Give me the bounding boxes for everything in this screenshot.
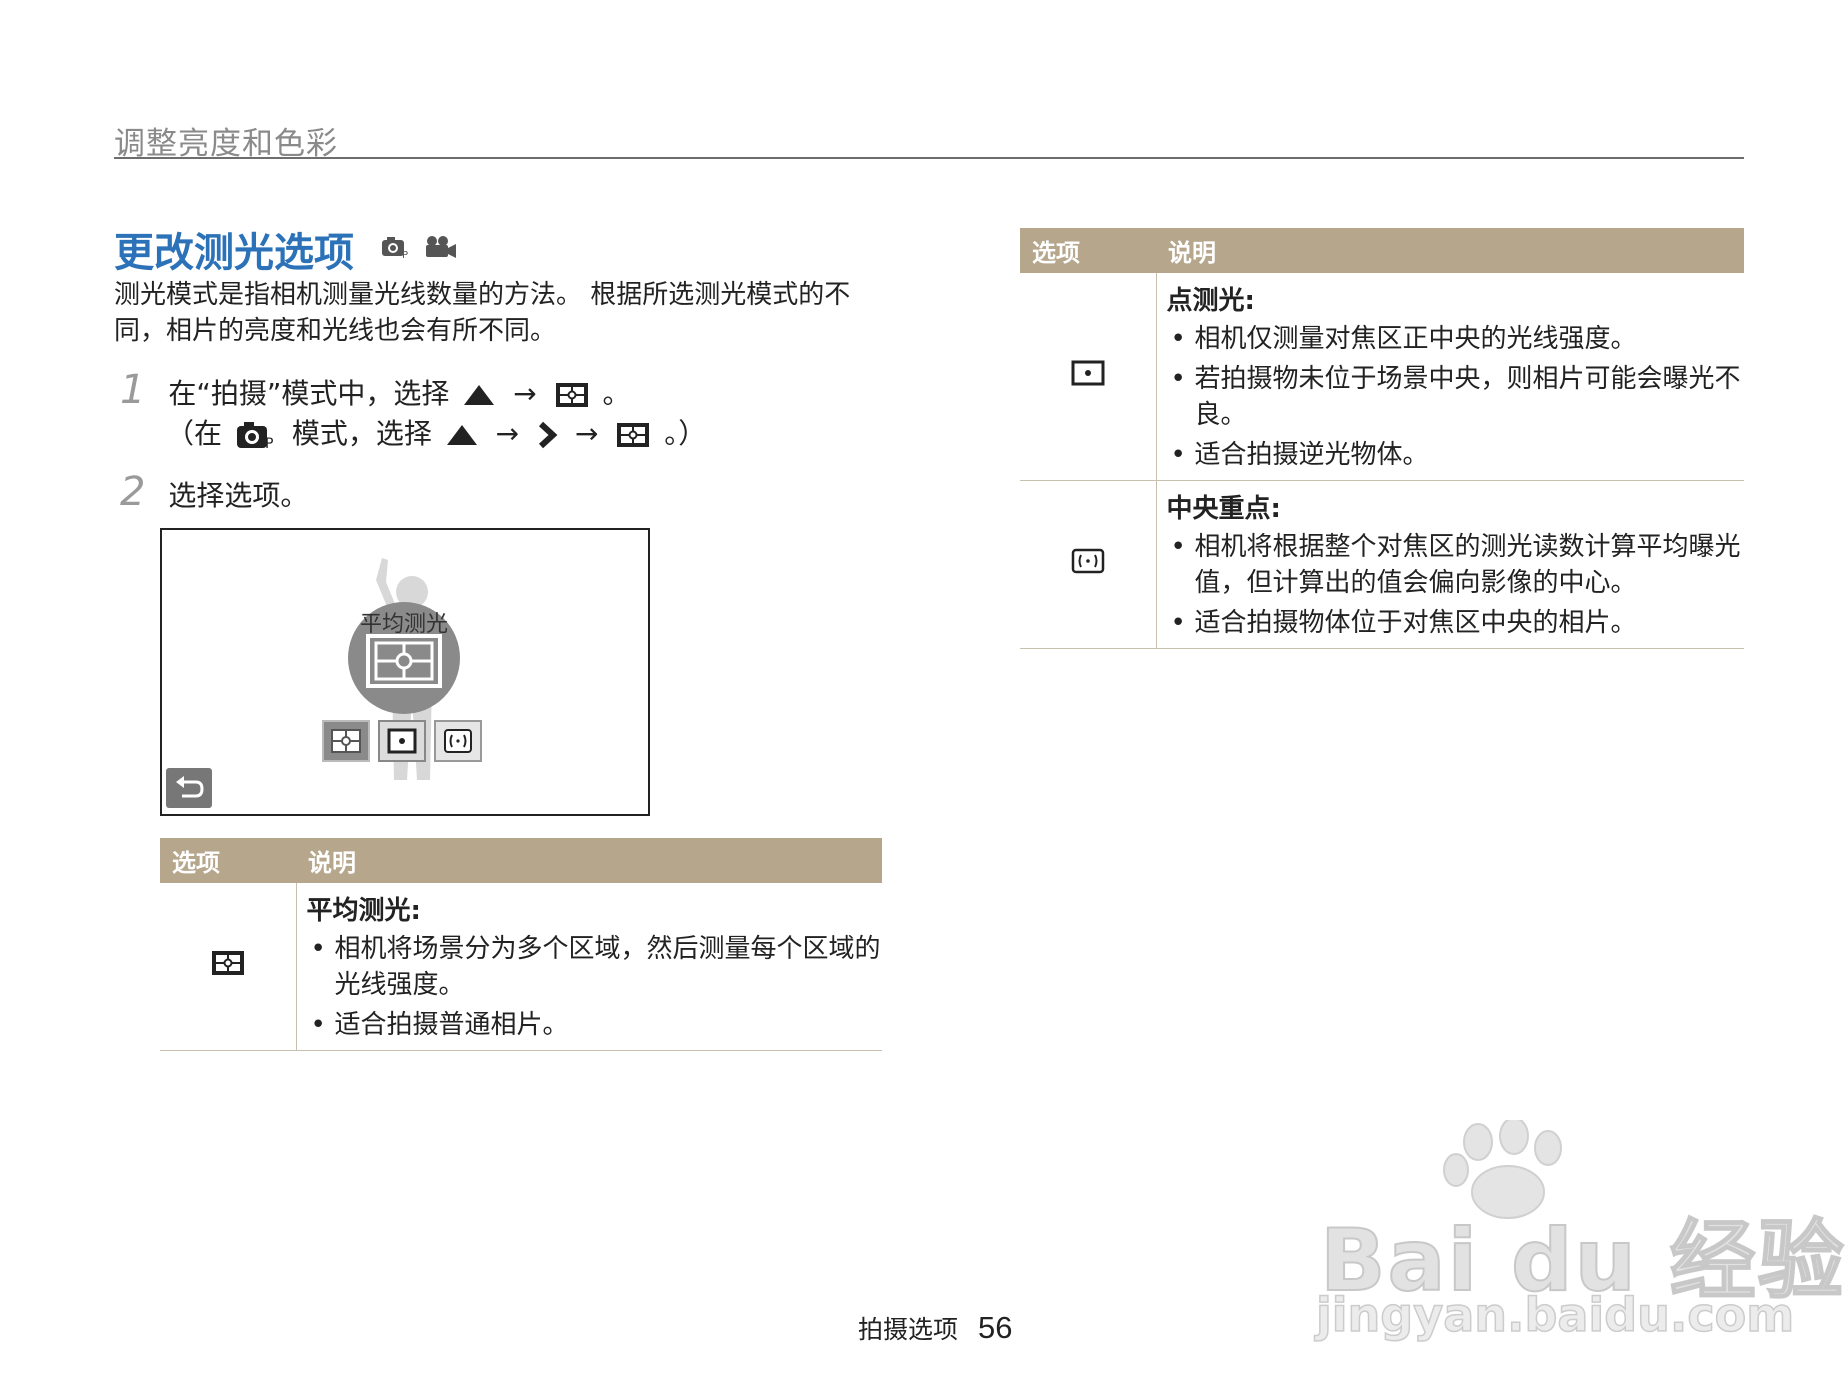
- center-weighted-metering-option[interactable]: [434, 720, 482, 762]
- spot-metering-icon: [1071, 360, 1105, 386]
- step-sub-c: 。）: [664, 417, 707, 450]
- spot-metering-option[interactable]: [378, 720, 426, 762]
- mode-icons: P: [380, 232, 460, 266]
- option-description: 中央重点: 相机将根据整个对焦区的测光读数计算平均曝光值，但计算出的值会偏向影像…: [1156, 480, 1744, 649]
- camera-mode-icon: P: [236, 422, 273, 450]
- screen-mode-label: 平均测光: [360, 612, 449, 637]
- bullet-item: 适合拍摄物体位于对焦区中央的相片。: [1167, 605, 1744, 641]
- step-text: 选择选项。: [168, 479, 309, 512]
- multi-metering-icon: [617, 423, 650, 447]
- up-arrow-icon: [446, 425, 477, 445]
- arrow-glyph: →: [495, 417, 520, 450]
- watermark-url: jingyan.baidu.com: [1315, 1287, 1795, 1343]
- svg-text:P: P: [402, 250, 408, 261]
- option-name: 中央重点: [1166, 494, 1271, 524]
- footer-label: 拍摄选项: [858, 1315, 959, 1344]
- bullet-item: 适合拍摄普通相片。: [307, 1007, 882, 1043]
- table-row: 平均测光: 相机将场景分为多个区域，然后测量每个区域的光线强度。 适合拍摄普通相…: [160, 883, 882, 1051]
- option-description: 平均测光: 相机将场景分为多个区域，然后测量每个区域的光线强度。 适合拍摄普通相…: [296, 883, 882, 1051]
- page-footer: 拍摄选项 56: [858, 1310, 1012, 1346]
- step-number: 2: [120, 469, 146, 515]
- arrow-glyph: →: [574, 417, 599, 450]
- options-table-right: 选项 说明 点测光: 相机仅测量对焦区正中央的光线强度。 若拍摄物未位于场景中央…: [1020, 228, 1744, 649]
- option-icon-cell: [160, 883, 297, 1051]
- option-icon-cell: [1020, 480, 1157, 649]
- baidu-watermark: Bai du 经验 jingyan.baidu.com: [1310, 1117, 1845, 1343]
- bullet-item: 相机将根据整个对焦区的测光读数计算平均曝光值，但计算出的值会偏向影像的中心。: [1167, 529, 1744, 601]
- multi-metering-icon: [211, 951, 244, 975]
- bullet-item: 相机将场景分为多个区域，然后测量每个区域的光线强度。: [307, 931, 882, 1003]
- options-table-left: 选项 说明 平均测光: 相机将场景分为多个区域，然后测量每个区域的光线强度。 适…: [160, 838, 882, 1051]
- bullet-item: 若拍摄物未位于场景中央，则相片可能会曝光不良。: [1167, 361, 1744, 433]
- table-row: 中央重点: 相机将根据整个对焦区的测光读数计算平均曝光值，但计算出的值会偏向影像…: [1020, 480, 1744, 649]
- table-header-description: 说明: [1156, 228, 1744, 273]
- option-description: 点测光: 相机仅测量对焦区正中央的光线强度。 若拍摄物未位于场景中央，则相片可能…: [1156, 273, 1744, 481]
- up-arrow-icon: [464, 385, 495, 405]
- back-arrow-icon: [176, 776, 204, 798]
- step-number: 1: [120, 367, 146, 413]
- step-1-sub: （在 P 模式，选择 → → 。）: [166, 414, 706, 454]
- back-button[interactable]: [166, 768, 212, 808]
- option-icon-cell: [1020, 273, 1157, 481]
- colon: :: [410, 896, 421, 926]
- center-weighted-metering-icon: [444, 729, 472, 753]
- table-header-option: 选项: [1020, 228, 1156, 273]
- colon: :: [1244, 286, 1255, 316]
- header-rule: [114, 157, 1744, 159]
- multi-metering-option[interactable]: [322, 720, 370, 762]
- table-header-description: 说明: [296, 838, 882, 883]
- multi-metering-icon: [331, 729, 361, 753]
- step-text-end: 。: [602, 377, 631, 410]
- center-weighted-metering-icon: [1071, 548, 1104, 574]
- bullet-item: 适合拍摄逆光物体。: [1167, 437, 1744, 473]
- spot-metering-icon: [387, 728, 417, 754]
- chevron-right-icon: [539, 421, 558, 449]
- arrow-glyph: →: [513, 377, 537, 410]
- intro-text: 测光模式是指相机测量光线数量的方法。 根据所选测光模式的不同，相片的亮度和光线也…: [114, 280, 851, 346]
- step-2: 2 选择选项。: [120, 472, 308, 516]
- bullet-item: 相机仅测量对焦区正中央的光线强度。: [1167, 321, 1744, 357]
- step-1: 1 在“拍摄”模式中，选择 → 。: [120, 370, 630, 414]
- colon: :: [1270, 494, 1281, 524]
- step-text: 在“拍摄”模式中，选择: [168, 377, 450, 410]
- multi-metering-icon: [555, 383, 588, 407]
- page-number: 56: [977, 1310, 1013, 1345]
- step-sub-b: 模式，选择: [291, 417, 432, 450]
- table-header-option: 选项: [160, 838, 296, 883]
- movie-mode-icon: [426, 236, 456, 258]
- camera-screen: 平均测光: [160, 528, 650, 816]
- table-row: 点测光: 相机仅测量对焦区正中央的光线强度。 若拍摄物未位于场景中央，则相片可能…: [1020, 273, 1744, 481]
- option-name: 点测光: [1166, 286, 1245, 316]
- step-sub-a: （在: [166, 417, 223, 450]
- camera-mode-icon: P: [382, 236, 456, 261]
- svg-text:P: P: [265, 436, 273, 450]
- screen-illustration: [348, 558, 460, 780]
- option-name: 平均测光: [306, 896, 411, 926]
- page-title: 更改测光选项: [114, 230, 354, 276]
